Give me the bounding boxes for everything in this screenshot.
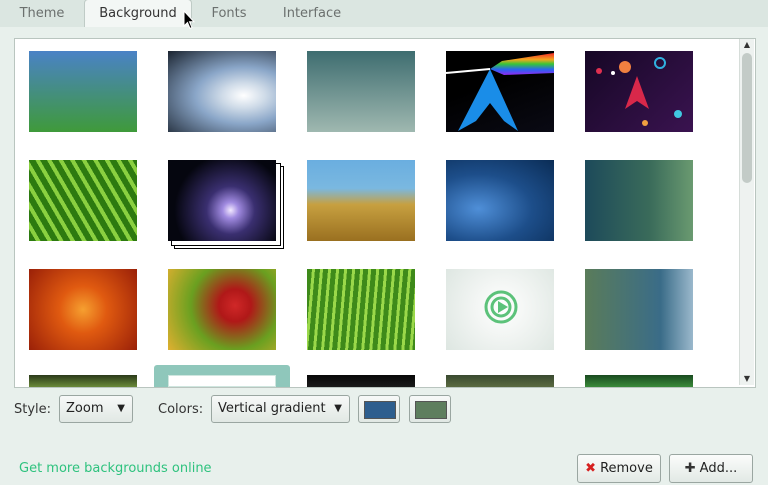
space-rocket-icon — [596, 57, 682, 126]
primary-color-swatch — [364, 401, 396, 419]
wallpaper-thumbnail-green-leaf[interactable] — [29, 160, 137, 241]
tab-interface[interactable]: Interface — [270, 0, 354, 26]
wallpaper-thumbnail-partial-3[interactable] — [307, 375, 415, 387]
add-button[interactable]: ✚ Add... — [669, 454, 753, 483]
wallpaper-thumbnail-comet[interactable] — [168, 160, 276, 241]
arch-logo-icon — [445, 53, 554, 131]
wallpaper-thumbnail-beach-grass[interactable] — [307, 160, 415, 241]
wallpaper-thumbnail-orange-flower[interactable] — [29, 269, 137, 350]
colors-combobox[interactable]: Vertical gradient ▼ — [211, 395, 350, 423]
tab-theme[interactable]: Theme — [8, 0, 76, 26]
wallpaper-thumbnail-water-drop[interactable] — [168, 51, 276, 132]
tab-fonts[interactable]: Fonts — [198, 0, 260, 26]
colors-label: Colors: — [158, 402, 204, 417]
secondary-color-swatch — [415, 401, 447, 419]
wallpaper-thumbnail-green-blue-gradient[interactable] — [29, 51, 137, 132]
plus-icon: ✚ — [684, 461, 696, 476]
tab-background[interactable]: Background — [84, 0, 192, 27]
colors-combobox-value: Vertical gradient — [218, 401, 326, 416]
wallpaper-thumbnail-partial-selected[interactable] — [168, 375, 276, 387]
wallpaper-thumbnail-partial-4[interactable] — [446, 375, 554, 387]
wallpaper-thumbnail-arch-prism[interactable] — [445, 51, 554, 132]
style-label: Style: — [14, 402, 52, 417]
add-button-label: Add... — [699, 461, 738, 476]
circle-logo-icon — [484, 290, 518, 324]
gallery-scrollbar[interactable]: ▲ ▼ — [739, 39, 754, 385]
get-more-backgrounds-link[interactable]: Get more backgrounds online — [19, 461, 212, 476]
wallpaper-thumbnail-grass-blades[interactable] — [307, 269, 415, 350]
style-combobox-value: Zoom — [66, 401, 104, 416]
wallpaper-thumbnail-blue-drops[interactable] — [446, 160, 554, 241]
wallpaper-thumbnail-red-flower[interactable] — [168, 269, 276, 350]
remove-button-label: Remove — [600, 461, 653, 476]
scroll-down-arrow-icon[interactable]: ▼ — [740, 373, 754, 385]
wallpaper-thumbnail-partial-1[interactable] — [29, 375, 137, 387]
chevron-down-icon: ▼ — [117, 403, 125, 414]
wallpaper-thumbnail-teal-blur[interactable] — [307, 51, 415, 132]
wallpaper-thumbnail-green-blue-fade[interactable] — [585, 269, 693, 350]
secondary-color-button[interactable] — [409, 395, 451, 423]
wallpaper-thumbnail-purple-space-rocket[interactable] — [585, 51, 693, 132]
background-gallery[interactable] — [14, 38, 756, 388]
style-combobox[interactable]: Zoom ▼ — [59, 395, 133, 423]
wallpaper-thumbnail-partial-5[interactable] — [585, 375, 693, 387]
remove-button[interactable]: ✖ Remove — [577, 454, 661, 483]
wallpaper-thumbnail-teal-bokeh[interactable] — [585, 160, 693, 241]
tab-bar: Theme Background Fonts Interface — [0, 0, 768, 27]
remove-x-icon: ✖ — [585, 461, 597, 476]
primary-color-button[interactable] — [358, 395, 400, 423]
wallpaper-thumbnail-white-logo[interactable] — [446, 269, 554, 350]
scrollbar-thumb[interactable] — [742, 53, 752, 183]
mouse-cursor-icon — [183, 10, 195, 30]
chevron-down-icon: ▼ — [334, 403, 342, 414]
scroll-up-arrow-icon[interactable]: ▲ — [740, 39, 754, 51]
